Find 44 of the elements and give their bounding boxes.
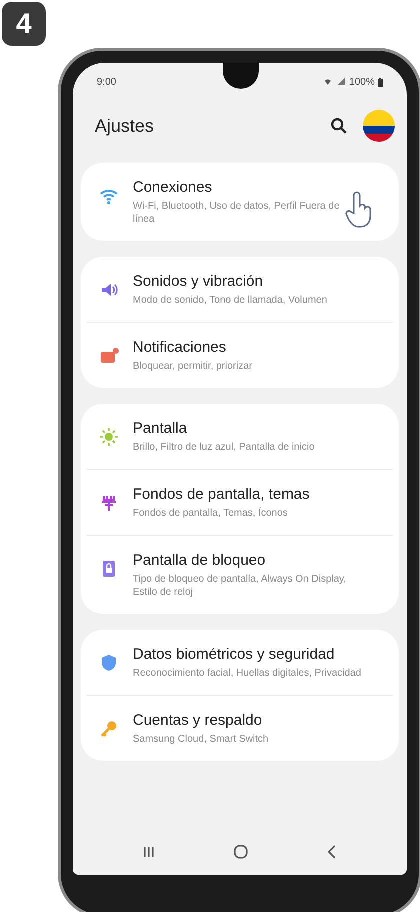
notification-icon xyxy=(99,346,119,366)
item-subtitle: Reconocimiento facial, Huellas digitales, Privacidad xyxy=(133,667,362,680)
page-title: Ajustes xyxy=(95,114,154,138)
item-title: Notificaciones xyxy=(133,338,228,358)
item-subtitle: Tipo de bloqueo de pantalla, Always On Display, Estilo de reloj xyxy=(133,573,348,599)
item-subtitle: Modo de sonido, Tono de llamada, Volumen xyxy=(133,294,328,307)
sun-icon xyxy=(99,427,119,447)
item-subtitle: Brillo, Filtro de luz azul, Pantalla de inicio xyxy=(133,441,315,454)
item-title: Conexiones xyxy=(133,178,214,198)
item-subtitle: Fondos de pantalla, Temas, Íconos xyxy=(133,507,289,520)
settings-item[interactable]: Cuentas y respaldo Samsung Cloud, Smart Switch xyxy=(87,695,393,761)
back-button[interactable] xyxy=(327,845,338,859)
item-title: Pantalla de bloqueo xyxy=(133,551,267,571)
settings-item[interactable]: Pantalla de bloqueo Tipo de bloqueo de pantalla, Always On Display, Estilo de reloj xyxy=(87,535,393,614)
settings-item[interactable]: Notificaciones Bloquear, permitir, priorizar xyxy=(87,322,393,388)
item-title: Pantalla xyxy=(133,419,188,439)
battery-level: 100% xyxy=(349,76,375,90)
flag-icon xyxy=(363,110,395,142)
home-icon xyxy=(234,845,248,859)
item-title: Fondos de pantalla, temas xyxy=(133,485,310,505)
key-icon xyxy=(99,719,119,739)
settings-item[interactable]: Sonidos y vibración Modo de sonido, Tono de llamada, Volumen xyxy=(87,257,393,322)
signal-icon xyxy=(324,78,346,86)
settings-item[interactable]: Pantalla Brillo, Filtro de luz azul, Pantalla de inicio xyxy=(87,404,393,469)
recent-apps-icon xyxy=(142,846,155,858)
search-button[interactable] xyxy=(329,116,349,136)
status-time: 9:00 xyxy=(97,76,116,90)
recent-apps-button[interactable] xyxy=(142,846,155,858)
settings-item[interactable]: Conexiones Wi-Fi, Bluetooth, Uso de datos, Perfil Fuera de línea xyxy=(87,163,393,241)
item-title: Datos biométricos y seguridad xyxy=(133,645,336,665)
search-icon xyxy=(331,118,347,134)
item-title: Sonidos y vibración xyxy=(133,272,264,292)
home-button[interactable] xyxy=(234,845,248,859)
back-icon xyxy=(327,845,338,859)
camera-notch xyxy=(223,63,259,89)
shield-icon xyxy=(99,653,119,673)
battery-icon xyxy=(378,78,383,86)
settings-item[interactable]: Fondos de pantalla, temas Fondos de pantalla, Temas, Íconos xyxy=(87,469,393,535)
step-badge: 4 xyxy=(2,2,46,46)
item-subtitle: Bloquear, permitir, priorizar xyxy=(133,360,252,373)
settings-item[interactable]: Datos biométricos y seguridad Reconocimiento facial, Huellas digitales, Privacidad xyxy=(87,630,393,695)
item-title: Cuentas y respaldo xyxy=(133,711,264,731)
item-subtitle: Samsung Cloud, Smart Switch xyxy=(133,733,269,746)
item-subtitle: Wi-Fi, Bluetooth, Uso de datos, Perfil Fuera de línea xyxy=(133,200,341,226)
